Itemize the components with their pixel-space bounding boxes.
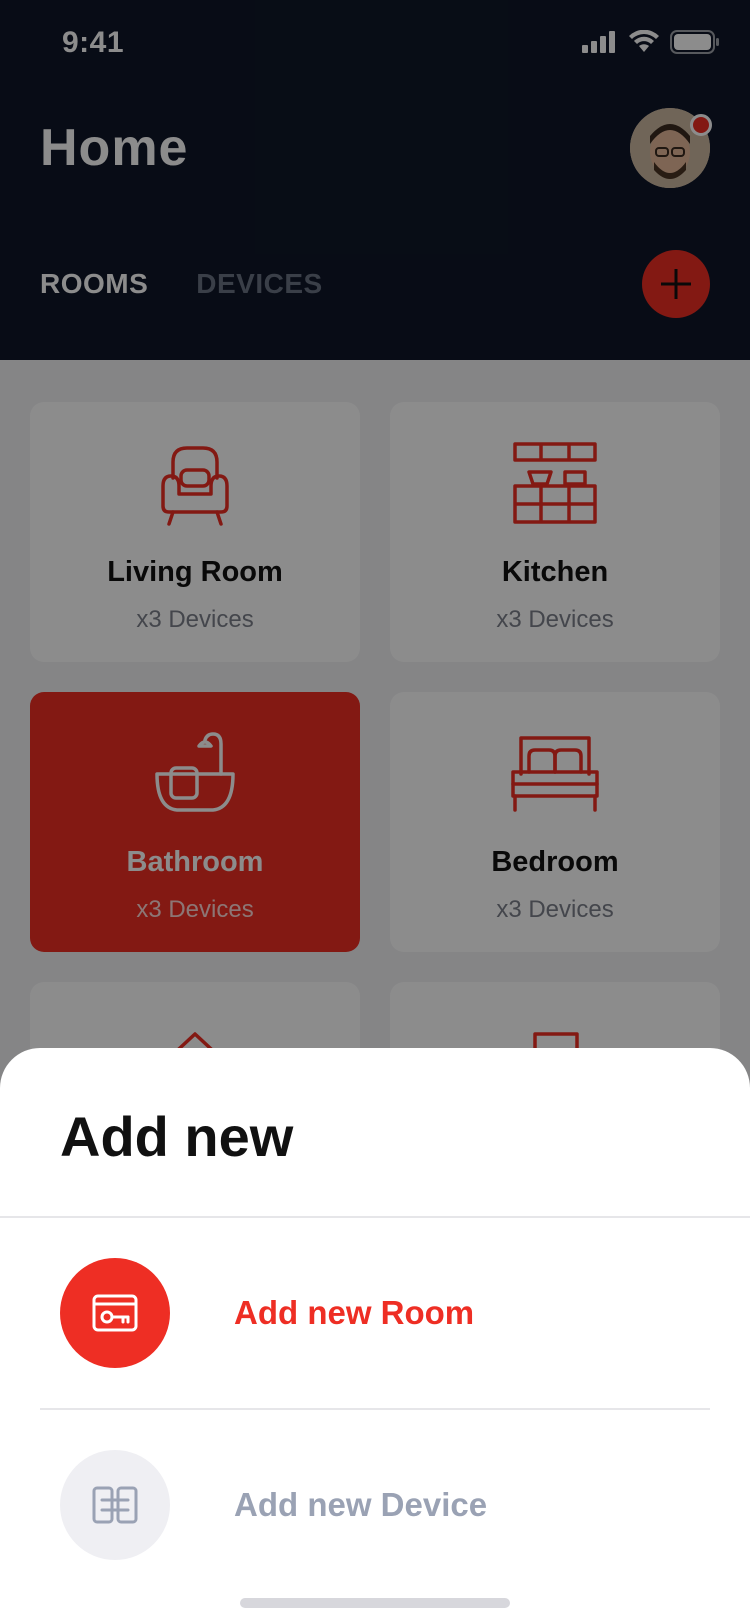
home-indicator[interactable] [240,1598,510,1608]
room-key-card-icon [92,1294,138,1332]
room-badge [60,1258,170,1368]
device-link-icon [92,1486,138,1524]
sheet-title: Add new [60,1105,294,1168]
app-screen: 9:41 Home ROOMS DEVICES Living Room x3 D… [0,0,750,1624]
device-badge [60,1450,170,1560]
divider [0,1216,750,1218]
add-new-device-label: Add new Device [234,1486,488,1523]
add-new-room-label: Add new Room [234,1294,475,1331]
add-new-device-option[interactable]: Add new Device [0,1450,750,1560]
add-new-room-option[interactable]: Add new Room [0,1258,750,1368]
divider [40,1408,710,1410]
